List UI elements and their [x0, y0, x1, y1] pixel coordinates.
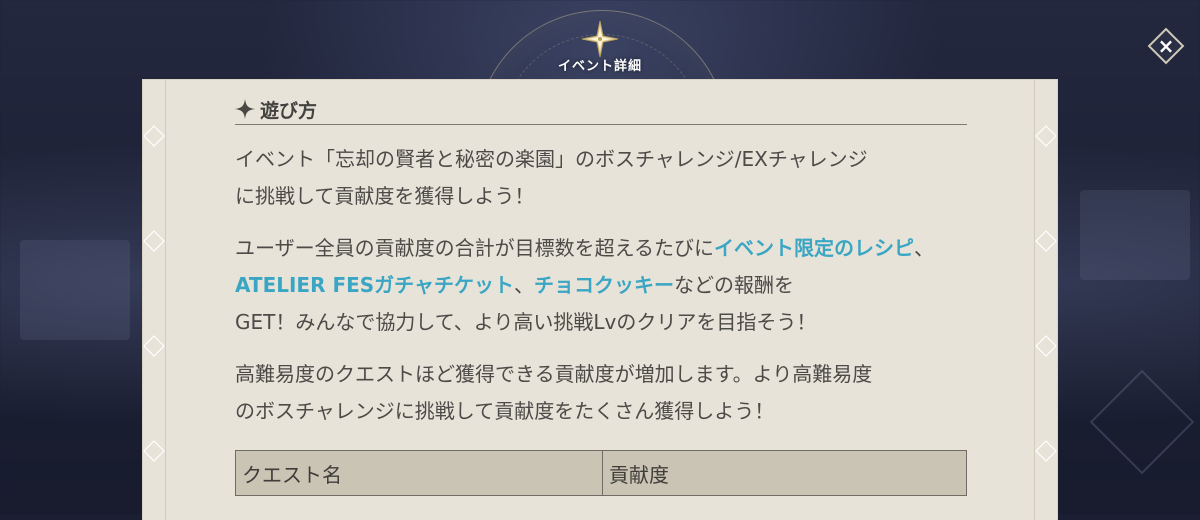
paragraph-text: ユーザー全員の貢献度の合計が目標数を超えるたびに — [235, 236, 714, 260]
highlight-reward-cookie: チョコクッキー — [533, 273, 674, 297]
frame-diamond-ornament — [143, 230, 165, 252]
background-panel-right — [1080, 190, 1190, 280]
paragraph-text: 高難易度のクエストほど獲得できる貢献度が増加します。より高難易度 — [235, 362, 873, 386]
paragraph-text: のボスチャレンジに挑戦して貢献度をたくさん獲得しよう！ — [235, 399, 775, 423]
contribution-table: クエスト名 貢献度 — [235, 450, 967, 496]
frame-diamond-ornament — [143, 440, 165, 462]
description-paragraph-2: ユーザー全員の貢献度の合計が目標数を超えるたびにイベント限定のレシピ、ATELI… — [235, 230, 967, 341]
paragraph-text: 、 — [914, 236, 934, 260]
frame-diamond-ornament — [1035, 335, 1057, 357]
frame-diamond-ornament — [143, 335, 165, 357]
close-button[interactable]: × — [1147, 27, 1185, 65]
section-heading: 遊び方 — [235, 94, 967, 125]
section-heading-text: 遊び方 — [260, 99, 318, 122]
event-detail-panel[interactable]: 遊び方 イベント「忘却の賢者と秘密の楽園」のボスチャレンジ/EXチャレンジ に挑… — [143, 80, 1057, 520]
description-paragraph-1: イベント「忘却の賢者と秘密の楽園」のボスチャレンジ/EXチャレンジ に挑戦して貢… — [235, 141, 967, 215]
highlight-reward-recipe: イベント限定のレシピ — [714, 236, 914, 260]
table-header-row: クエスト名 貢献度 — [235, 450, 967, 496]
frame-diamond-ornament — [1035, 125, 1057, 147]
frame-diamond-ornament — [1035, 440, 1057, 462]
column-header-contribution: 貢献度 — [602, 450, 967, 496]
description-paragraph-3: 高難易度のクエストほど獲得できる貢献度が増加します。より高難易度 のボスチャレン… — [235, 356, 967, 430]
paragraph-text: GET！みんなで協力して、より高い挑戦Lvのクリアを目指そう！ — [235, 310, 817, 334]
paragraph-text: に挑戦して貢献度を獲得しよう！ — [235, 184, 535, 208]
close-icon: × — [1157, 34, 1175, 58]
sparkle-icon — [235, 99, 255, 119]
highlight-reward-ticket: ATELIER FESガチャチケット — [235, 273, 514, 297]
column-header-quest-name: クエスト名 — [235, 450, 603, 496]
frame-diamond-ornament — [1035, 230, 1057, 252]
paragraph-text: などの報酬を — [673, 273, 794, 297]
paragraph-text: イベント「忘却の賢者と秘密の楽園」のボスチャレンジ/EXチャレンジ — [235, 147, 868, 171]
page-title: イベント詳細 — [557, 59, 642, 74]
background-panel-left — [20, 240, 130, 340]
frame-diamond-ornament — [143, 125, 165, 147]
paragraph-text: 、 — [513, 273, 534, 297]
panel-content: 遊び方 イベント「忘却の賢者と秘密の楽園」のボスチャレンジ/EXチャレンジ に挑… — [235, 94, 967, 496]
compass-star-icon — [581, 20, 619, 58]
